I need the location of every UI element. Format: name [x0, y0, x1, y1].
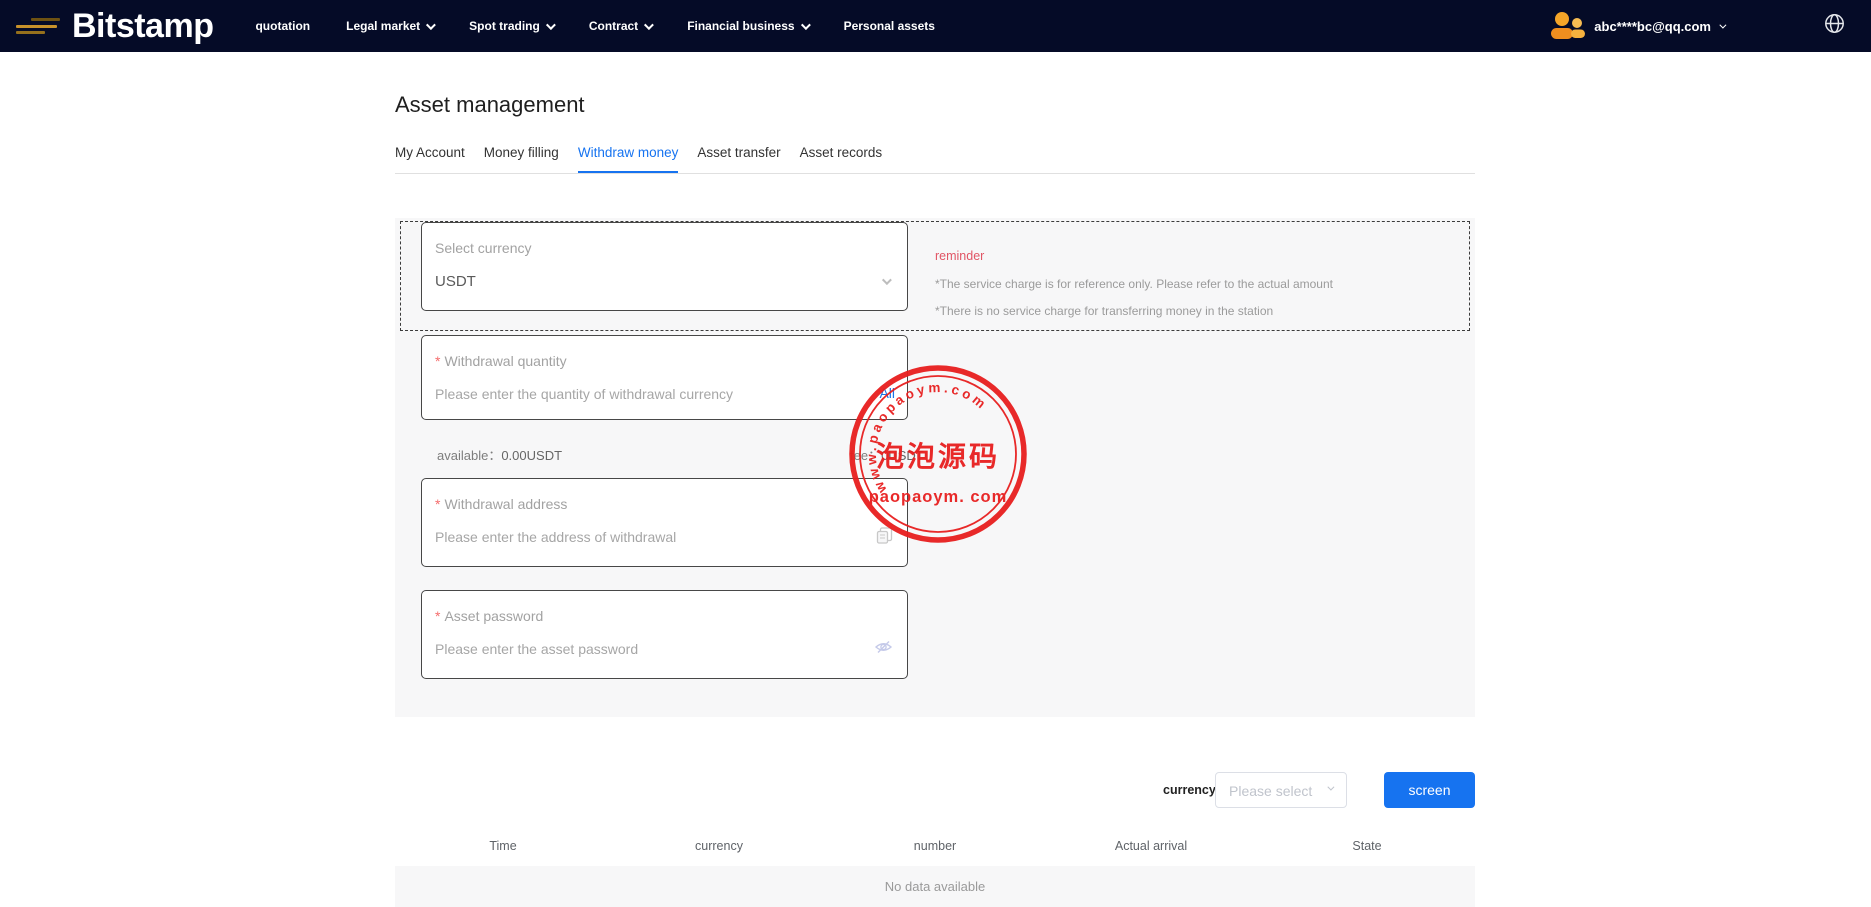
chevron-down-icon: [546, 20, 556, 30]
nav-label: Legal market: [346, 19, 420, 33]
user-avatar-icon: [1550, 10, 1586, 42]
tab-my-account[interactable]: My Account: [395, 145, 465, 173]
reminder-title: reminder: [935, 249, 984, 263]
fee-info: fee：0USDT: [850, 445, 924, 464]
table-empty-state: No data available: [395, 866, 1475, 907]
available-value: 0.00USDT: [501, 448, 562, 463]
account-menu[interactable]: abc****bc@qq.com: [1550, 10, 1724, 42]
chevron-down-icon: [426, 20, 436, 30]
label-text: Withdrawal address: [444, 496, 567, 512]
reminder-line-1: *The service charge is for reference onl…: [935, 277, 1333, 291]
chevron-down-icon: [1719, 21, 1726, 28]
available-balance: available：0.00USDT: [437, 445, 562, 464]
select-currency-field[interactable]: Select currency USDT: [421, 222, 908, 311]
tab-asset-records[interactable]: Asset records: [800, 145, 883, 173]
withdrawal-quantity-label: *Withdrawal quantity: [435, 353, 567, 369]
reminder-line-2: *There is no service charge for transfer…: [935, 304, 1273, 318]
hamburger-menu-icon[interactable]: [16, 18, 60, 34]
navbar-right: abc****bc@qq.com: [1550, 0, 1871, 52]
col-time: Time: [395, 839, 611, 853]
chevron-down-icon: [801, 20, 811, 30]
select-currency-label: Select currency: [435, 240, 531, 256]
paste-copy-icon[interactable]: [876, 527, 893, 544]
globe-icon: [1824, 13, 1845, 34]
nav-item-personal-assets[interactable]: Personal assets: [844, 19, 935, 33]
nav-item-contract[interactable]: Contract: [589, 19, 651, 33]
withdrawal-quantity-placeholder: Please enter the quantity of withdrawal …: [435, 386, 733, 402]
chevron-down-icon: [644, 20, 654, 30]
tab-asset-transfer[interactable]: Asset transfer: [697, 145, 780, 173]
nav-label: quotation: [255, 19, 310, 33]
nav-item-quotation[interactable]: quotation: [255, 19, 310, 33]
withdrawal-address-field[interactable]: *Withdrawal address Please enter the add…: [421, 478, 908, 567]
col-state: State: [1259, 839, 1475, 853]
fee-value: 0USDT: [881, 448, 924, 463]
asset-tabs: My Account Money filling Withdraw money …: [395, 145, 1475, 174]
asset-password-label: *Asset password: [435, 608, 543, 624]
tab-money-filling[interactable]: Money filling: [484, 145, 559, 173]
nav-label: Spot trading: [469, 19, 540, 33]
tab-withdraw-money[interactable]: Withdraw money: [578, 145, 679, 173]
fee-label: fee：: [850, 448, 881, 463]
withdraw-form-panel: Select currency USDT reminder *The servi…: [395, 218, 1475, 717]
records-table-header: Time currency number Actual arrival Stat…: [395, 839, 1475, 853]
available-label: available：: [437, 448, 501, 463]
col-actual-arrival: Actual arrival: [1043, 839, 1259, 853]
main-nav: quotation Legal market Spot trading Cont…: [255, 19, 934, 33]
nav-item-financial-business[interactable]: Financial business: [687, 19, 807, 33]
col-currency: currency: [611, 839, 827, 853]
eye-off-icon[interactable]: [874, 639, 893, 655]
asset-password-field[interactable]: *Asset password Please enter the asset p…: [421, 590, 908, 679]
bitstamp-logo[interactable]: Bitstamp: [72, 7, 213, 46]
top-navbar: Bitstamp quotation Legal market Spot tra…: [0, 0, 1871, 52]
chevron-down-icon: [882, 275, 892, 285]
filter-currency-label: currency: [1163, 783, 1216, 797]
chevron-down-icon: [1327, 784, 1334, 791]
col-number: number: [827, 839, 1043, 853]
nav-label: Personal assets: [844, 19, 935, 33]
label-text: Withdrawal quantity: [444, 353, 566, 369]
page-title: Asset management: [395, 92, 585, 118]
user-email: abc****bc@qq.com: [1594, 19, 1711, 34]
withdrawal-quantity-field[interactable]: *Withdrawal quantity Please enter the qu…: [421, 335, 908, 420]
asset-password-placeholder: Please enter the asset password: [435, 641, 638, 657]
nav-label: Financial business: [687, 19, 794, 33]
label-text: Asset password: [444, 608, 543, 624]
language-globe-button[interactable]: [1824, 13, 1845, 39]
required-mark: *: [435, 608, 440, 624]
select-currency-value: USDT: [435, 273, 476, 290]
required-mark: *: [435, 496, 440, 512]
all-max-link[interactable]: All: [879, 385, 895, 401]
nav-item-legal-market[interactable]: Legal market: [346, 19, 433, 33]
app-root: Bitstamp quotation Legal market Spot tra…: [0, 0, 1871, 907]
nav-item-spot-trading[interactable]: Spot trading: [469, 19, 553, 33]
screen-filter-button[interactable]: screen: [1384, 772, 1475, 808]
filter-currency-select[interactable]: Please select: [1215, 772, 1347, 808]
withdrawal-address-placeholder: Please enter the address of withdrawal: [435, 529, 676, 545]
nav-label: Contract: [589, 19, 638, 33]
required-mark: *: [435, 353, 440, 369]
filter-select-placeholder: Please select: [1229, 783, 1312, 799]
withdrawal-address-label: *Withdrawal address: [435, 496, 567, 512]
